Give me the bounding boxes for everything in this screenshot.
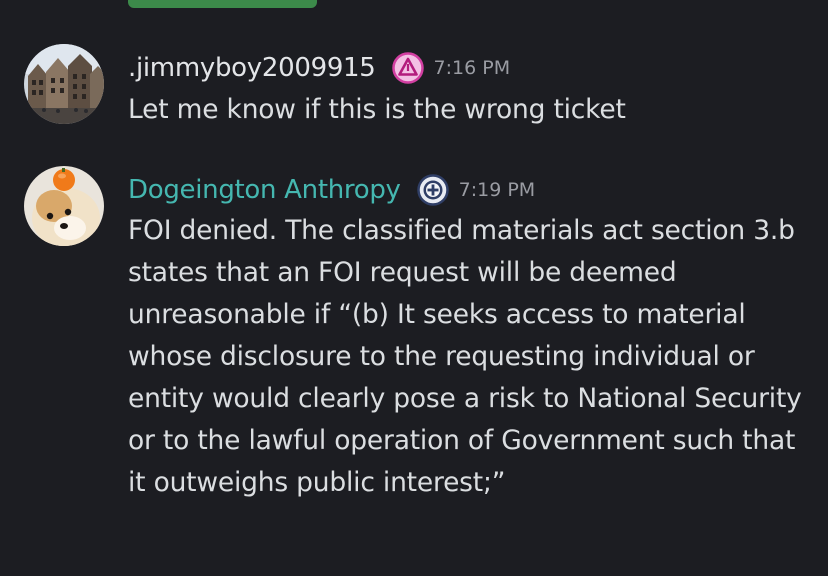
pink-triangle-badge-icon[interactable] [391, 52, 424, 84]
avatar[interactable] [24, 44, 104, 124]
shield-crest-badge-icon[interactable] [416, 174, 449, 206]
username[interactable]: Dogeington Anthropy [128, 175, 401, 205]
timestamp: 7:16 PM [433, 57, 511, 79]
timestamp: 7:19 PM [458, 179, 536, 201]
message-header: Dogeington Anthropy 7:19 PM [128, 170, 535, 210]
username[interactable]: .jimmyboy2009915 [128, 53, 376, 83]
message-header: .jimmyboy2009915 7:16 PM [128, 48, 510, 88]
avatar-image [24, 166, 104, 246]
message-content: Let me know if this is the wrong ticket [128, 94, 626, 125]
avatar[interactable] [24, 166, 104, 246]
avatar-image [24, 44, 104, 124]
message-content: FOI denied. The classified materials act… [128, 215, 802, 498]
green-action-button[interactable] [128, 0, 317, 8]
